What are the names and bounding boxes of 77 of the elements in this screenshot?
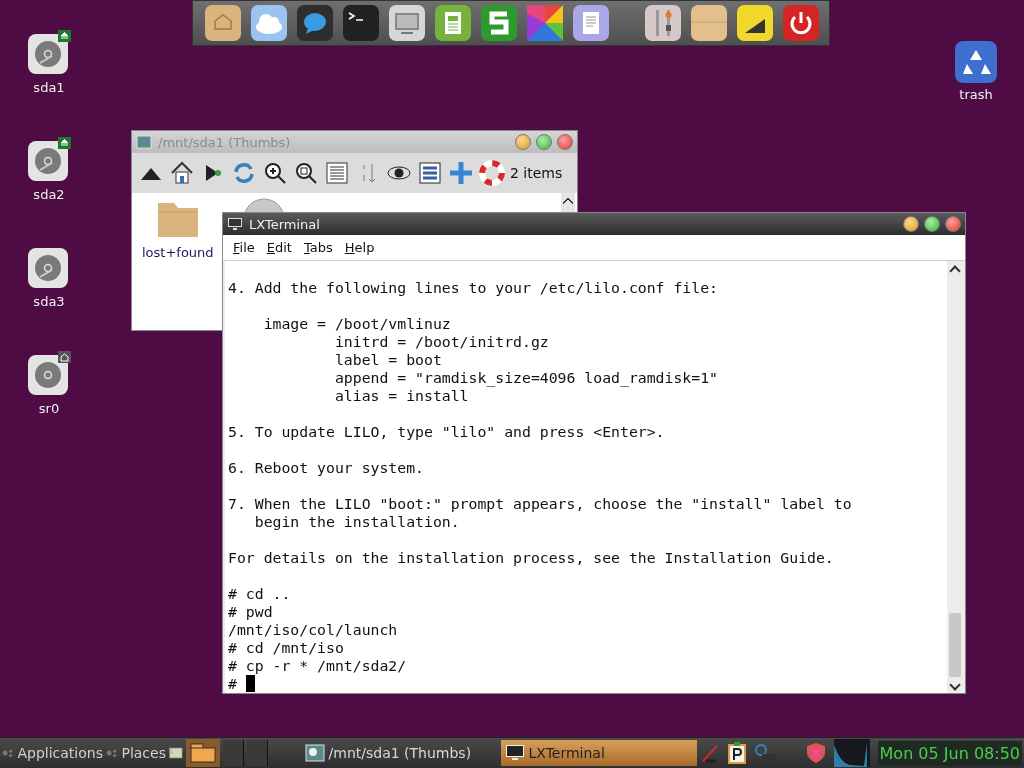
- terminal-line: 7. When the LILO "boot:" prompt appears, choose the "install" label to: [228, 495, 852, 513]
- plus-icon[interactable]: [448, 160, 474, 186]
- terminal-line: begin the installation.: [253, 513, 460, 531]
- window-title: /mnt/sda1 (Thumbs): [158, 134, 291, 150]
- cpu-graph: [833, 739, 870, 767]
- chat-bubble-icon[interactable]: [297, 5, 333, 41]
- task-button[interactable]: /mnt/sda1 (Thumbs): [300, 740, 497, 766]
- panel-menu[interactable]: Places: [121, 745, 166, 761]
- terminal-line: 4. Add the following lines to your /etc/lilo.conf file:: [228, 279, 718, 297]
- hard-drive-icon[interactable]: [27, 139, 71, 183]
- text-cursor: [245, 675, 255, 692]
- maximize-button[interactable]: [924, 216, 940, 232]
- text-document-icon[interactable]: [573, 5, 609, 41]
- hard-drive-icon[interactable]: [27, 246, 71, 290]
- terminal-prompt: #: [228, 675, 237, 693]
- lifebuoy-icon[interactable]: [479, 160, 505, 186]
- minimize-button[interactable]: [903, 216, 919, 232]
- optical-drive-icon[interactable]: [27, 353, 71, 397]
- terminal-line: # cd /mnt/iso: [228, 639, 344, 657]
- box-icon[interactable]: [691, 5, 727, 41]
- scroll-up-icon[interactable]: [563, 197, 573, 205]
- mixer-icon[interactable]: [645, 5, 681, 41]
- terminal-line: 5. To update LILO, type "lilo" and press <Enter>.: [228, 423, 665, 441]
- scrollbar[interactable]: [947, 261, 963, 693]
- terminal-line: initrd = /boot/initrd.gz: [333, 333, 549, 351]
- recycle-icon[interactable]: [955, 41, 997, 83]
- s-logo-icon[interactable]: [481, 5, 517, 41]
- home-folder-icon[interactable]: [205, 5, 241, 41]
- color-wheel-icon[interactable]: [527, 5, 563, 41]
- trash-label: trash: [959, 87, 993, 102]
- terminal-line: /mnt/iso/col/launch: [228, 621, 398, 639]
- menu-item[interactable]: File: [229, 240, 259, 255]
- cloud-icon[interactable]: [251, 5, 287, 41]
- monitor-icon[interactable]: [389, 5, 425, 41]
- menu-item[interactable]: Help: [340, 240, 379, 255]
- monitor-icon: [504, 744, 525, 762]
- item-count: 2 items: [510, 165, 563, 181]
- task-button[interactable]: LXTerminal: [500, 740, 697, 766]
- drive-label: sr0: [38, 401, 60, 416]
- menu-item[interactable]: Tabs: [299, 240, 337, 255]
- window-icon: [136, 135, 152, 149]
- terminal-icon[interactable]: [343, 5, 379, 41]
- zoom-fit-icon[interactable]: [293, 160, 319, 186]
- details-icon[interactable]: [417, 160, 443, 186]
- terminal-line: # cp -r * /mnt/sda2/: [228, 657, 407, 675]
- terminal-line: 6. Reboot your system.: [228, 459, 424, 477]
- terminal-line: # pwd: [228, 603, 273, 621]
- refresh-icon[interactable]: [231, 160, 257, 186]
- terminal-line: append = "ramdisk_size=4096 load_ramdisk=1": [333, 369, 718, 387]
- clock[interactable]: Mon 05 Jun 08:50: [877, 740, 1022, 766]
- drive-label: sda3: [33, 294, 65, 309]
- show-desktop-button[interactable]: [185, 739, 220, 767]
- panel-menu[interactable]: Applications: [17, 745, 103, 761]
- terminal-line: For details on the installation process, see the Installation Guide.: [228, 549, 834, 567]
- terminal-line: label = boot: [333, 351, 442, 369]
- drive-label: sda2: [33, 187, 65, 202]
- monitor-icon: [227, 217, 243, 231]
- panel-icon[interactable]: [168, 744, 183, 762]
- title-bar[interactable]: LXTerminal: [223, 213, 965, 235]
- network-off-icon[interactable]: [699, 743, 720, 763]
- image-viewer-icon: [304, 744, 325, 762]
- document-icon[interactable]: [435, 5, 471, 41]
- terminal-line: # cd ..: [228, 585, 291, 603]
- home-icon[interactable]: [169, 160, 195, 186]
- zoom-in-icon[interactable]: [262, 160, 288, 186]
- file-label[interactable]: lost+found: [142, 245, 214, 260]
- menu-item[interactable]: Edit: [262, 240, 296, 255]
- shield-icon[interactable]: [805, 742, 826, 764]
- power-icon[interactable]: [783, 5, 819, 41]
- close-button[interactable]: [945, 216, 961, 232]
- terminal-line: alias = install: [333, 387, 469, 405]
- hard-drive-icon[interactable]: [27, 32, 71, 76]
- clipboard-icon[interactable]: [727, 742, 746, 764]
- window-title: LXTerminal: [249, 216, 320, 232]
- list-icon[interactable]: [324, 160, 350, 186]
- terminal-line: image = /boot/vmlinuz: [262, 315, 451, 333]
- drive-label: sda1: [33, 80, 65, 95]
